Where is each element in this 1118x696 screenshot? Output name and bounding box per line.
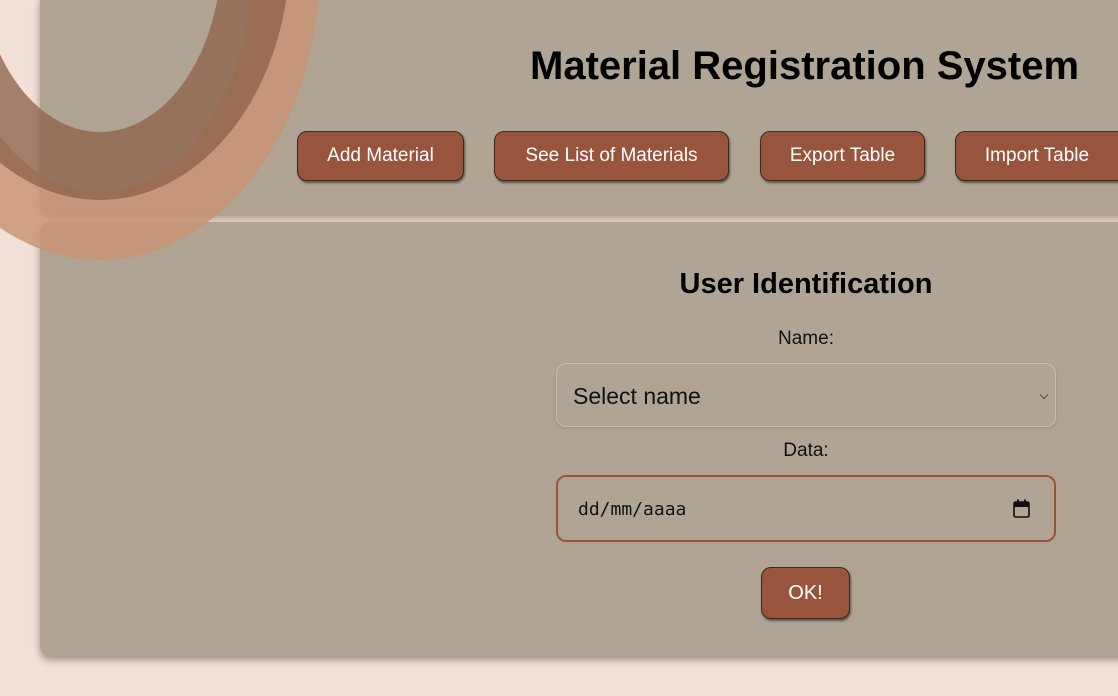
add-material-button[interactable]: Add Material xyxy=(297,131,464,181)
form-title: User Identification xyxy=(679,268,933,300)
ok-button[interactable]: OK! xyxy=(761,567,850,619)
see-list-of-materials-button[interactable]: See List of Materials xyxy=(494,131,729,181)
name-label: Name: xyxy=(778,328,834,349)
date-placeholder: dd/mm/aaaa xyxy=(578,499,687,520)
name-select-value: Select name xyxy=(573,383,701,409)
page: Material Registration System Add Materia… xyxy=(0,0,1118,696)
name-select[interactable]: Select name xyxy=(556,363,1056,427)
calendar-icon[interactable] xyxy=(1013,499,1030,518)
import-table-button[interactable]: Import Table xyxy=(955,131,1118,181)
chevron-down-icon xyxy=(1039,390,1049,400)
export-table-button[interactable]: Export Table xyxy=(760,131,925,181)
header-panel xyxy=(40,0,1118,214)
date-input[interactable]: dd/mm/aaaa xyxy=(556,475,1056,542)
date-label: Data: xyxy=(783,440,829,461)
page-title: Material Registration System xyxy=(530,44,1080,88)
